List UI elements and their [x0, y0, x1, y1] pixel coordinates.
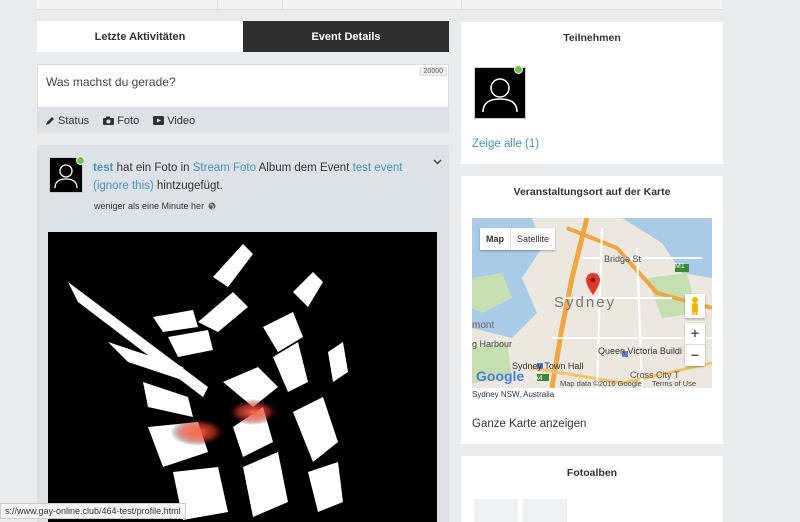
map-label-harbour: g Harbour [472, 339, 513, 349]
photo-button[interactable]: Foto [103, 115, 139, 127]
google-logo: Google [476, 368, 525, 384]
ignore-link[interactable]: (ignore this) [93, 180, 154, 192]
album-thumb[interactable] [523, 499, 567, 522]
status-label: Status [58, 114, 90, 127]
map-label-m1: M1 [675, 263, 685, 270]
top-strip [37, 0, 722, 10]
participant-online-dot [514, 65, 523, 74]
photo-image [68, 244, 348, 520]
location-title: Veranstaltungsort auf der Karte [513, 186, 671, 198]
street-view-pegman-icon[interactable] [685, 294, 705, 318]
map-marker-icon[interactable] [586, 273, 600, 295]
post-text: test hat ein Foto in Stream Foto Album d… [93, 159, 423, 195]
location-address: Sydney NSW, Australia [472, 390, 555, 399]
map-type-control: Map Satellite [480, 228, 556, 250]
zoom-control: + − [685, 323, 705, 366]
map-label-bridge: Bridge St [604, 254, 642, 264]
location-card: Veranstaltungsort auf der Karte Map Sate… [461, 176, 723, 444]
tab-bar: Letzte Aktivitäten Event Details [37, 21, 449, 52]
composer-actions: Status Foto Video [37, 108, 449, 133]
tab-recent-activity[interactable]: Letzte Aktivitäten [37, 21, 243, 52]
full-map-link[interactable]: Ganze Karte anzeigen [472, 418, 586, 430]
camera-icon [103, 116, 115, 125]
participate-title: Teilnehmen [563, 32, 621, 44]
album-thumb[interactable] [474, 499, 518, 522]
post-time[interactable]: weniger als eine Minute her [94, 201, 204, 211]
activity-feed: test hat ein Foto in Stream Foto Album d… [37, 145, 449, 522]
post-options-chevron-icon[interactable] [433, 157, 442, 167]
photo-albums-title: Fotoalben [566, 467, 618, 479]
photo-label: Foto [117, 114, 140, 127]
main-column: Letzte Aktivitäten Event Details Was mac… [37, 21, 449, 522]
pencil-icon [46, 116, 54, 125]
show-all-link[interactable]: Zeige alle (1) [472, 138, 539, 150]
post-meta: weniger als eine Minute her [94, 201, 216, 211]
map-attribution: Map data ©2016 Google Terms of Use [560, 379, 696, 388]
photo-albums-card: Fotoalben [461, 456, 723, 522]
zoom-in-button[interactable]: + [685, 323, 705, 344]
map-label-mont: mont [472, 320, 495, 331]
post-author-link[interactable]: test [93, 162, 113, 174]
composer-placeholder[interactable]: Was machst du gerade? [46, 75, 176, 89]
status-button[interactable]: Status [45, 115, 89, 127]
map-type-satellite-button[interactable]: Satellite [510, 228, 555, 250]
map-label-city: Sydney [554, 294, 617, 311]
globe-icon [208, 202, 216, 210]
browser-status-url: s://www.gay-online.club/464-test/profile… [0, 503, 186, 519]
post-photo[interactable] [48, 232, 437, 522]
status-composer[interactable]: Was machst du gerade? 20000 [37, 64, 449, 108]
user-silhouette-icon [482, 78, 518, 113]
participant-avatar[interactable] [474, 67, 526, 119]
participate-card: Teilnehmen Zeige alle (1) [461, 22, 723, 164]
video-icon [153, 116, 165, 125]
video-label: Video [167, 114, 196, 127]
map-type-map-button[interactable]: Map [480, 228, 510, 250]
album-link[interactable]: Stream Foto [193, 162, 256, 174]
event-link[interactable]: test event [353, 162, 403, 174]
post-text-2: Album dem Event [258, 162, 350, 174]
video-button[interactable]: Video [153, 115, 195, 127]
online-status-dot [76, 156, 85, 165]
map-label-a4: A4 [534, 375, 543, 382]
map-label-qvb: Queen Victoria Buildi [598, 346, 682, 356]
terms-of-use-link[interactable]: Terms of Use [652, 379, 696, 388]
char-counter: 20000 [419, 67, 447, 76]
post-text-1: hat ein Foto in [116, 162, 190, 174]
tab-event-details[interactable]: Event Details [243, 21, 449, 52]
location-map[interactable]: Map Satellite Bridge St M1 Sydney mont g… [472, 218, 712, 388]
map-data-text: Map data ©2016 Google [560, 379, 642, 388]
post-text-3: hintzugefügt. [156, 180, 223, 192]
zoom-out-button[interactable]: − [685, 344, 705, 366]
